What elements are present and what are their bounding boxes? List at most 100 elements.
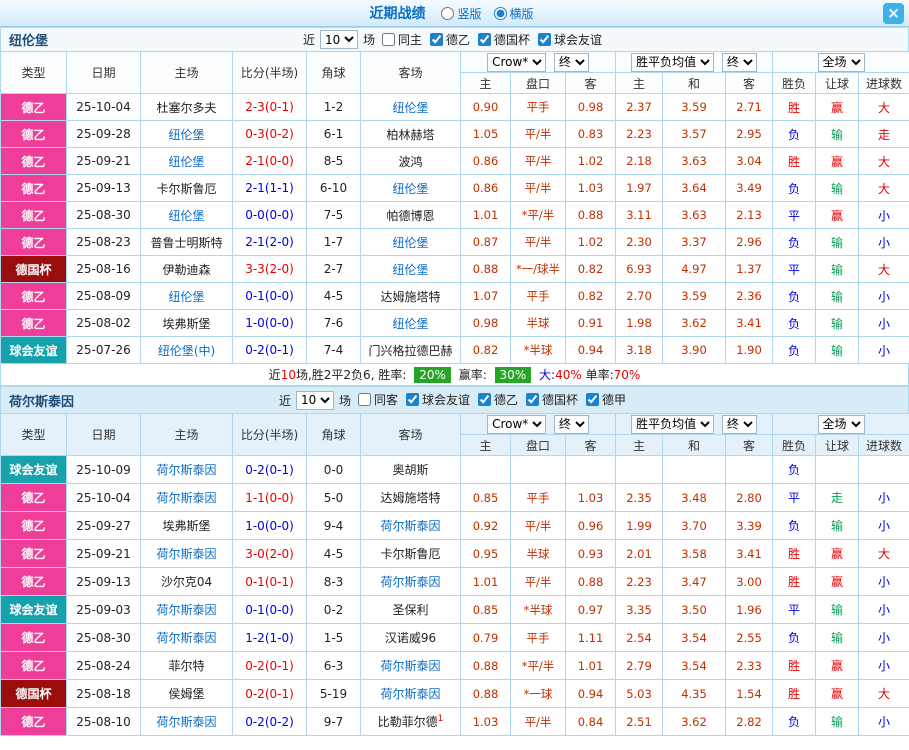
match-type-cell: 德国杯 (0, 255, 67, 283)
odds-home: 1.07 (460, 282, 511, 310)
close-icon[interactable]: × (883, 3, 904, 24)
result-handicap: 赢 (815, 93, 859, 121)
avg-final-select[interactable]: 终 (721, 52, 757, 72)
match-type-cell: 德乙 (0, 511, 67, 540)
home-team[interactable]: 纽伦堡 (140, 201, 233, 229)
result-goals: 小 (857, 309, 909, 337)
odds-handicap: 半球 (510, 539, 566, 568)
score-cell: 2-1(1-1) (232, 174, 307, 202)
col-header-odds-away: 客 (565, 434, 616, 456)
odds-final-select[interactable]: 终 (553, 52, 589, 72)
matches-table: 类型 日期 主场 比分(半场) 角球 客场 Crow* 终 胜平负均值 终 全场 (0, 51, 909, 364)
home-team[interactable]: 荷尔斯泰因 (140, 595, 233, 624)
away-team[interactable]: 荷尔斯泰因 (360, 651, 461, 680)
filter-checkbox-input[interactable] (430, 32, 443, 46)
filter-checkbox-input[interactable] (586, 393, 600, 406)
odds-handicap: 平/半 (510, 707, 566, 736)
result-goals: 走 (857, 120, 909, 148)
col-header-avg-away: 客 (725, 434, 773, 456)
away-team: 奥胡斯 (360, 455, 461, 484)
home-team[interactable]: 荷尔斯泰因 (140, 483, 233, 512)
avg-final-select[interactable]: 终 (721, 414, 757, 434)
avg-home: 1.97 (615, 174, 663, 202)
filter-checkbox-input[interactable] (357, 393, 371, 406)
odds-handicap: 平手 (510, 93, 566, 121)
result-handicap: 输 (815, 309, 859, 337)
filter-checkbox[interactable]: 球会友谊 (405, 391, 470, 408)
score-cell: 1-0(0-0) (232, 309, 307, 337)
filter-checkbox-label: 球会友谊 (554, 32, 603, 47)
filter-checkbox[interactable]: 德甲 (586, 391, 626, 408)
home-team[interactable]: 纽伦堡 (140, 282, 233, 310)
avg-draw: 3.59 (662, 93, 726, 121)
odds-final-select[interactable]: 终 (553, 414, 589, 434)
home-team: 杜塞尔多夫 (140, 93, 233, 121)
odds-handicap: *半球 (510, 336, 566, 364)
avg-draw: 3.62 (662, 707, 726, 736)
home-team[interactable]: 荷尔斯泰因 (140, 623, 233, 652)
odds-away: 0.88 (565, 567, 616, 596)
home-team[interactable]: 荷尔斯泰因 (140, 539, 233, 568)
col-header-corner: 角球 (306, 413, 361, 456)
filter-checkbox-input[interactable] (478, 32, 492, 46)
filter-checkbox[interactable]: 德乙 (430, 31, 470, 48)
home-team[interactable]: 纽伦堡 (140, 120, 233, 148)
odds-company-select[interactable]: Crow* (487, 414, 547, 434)
layout-vertical-radio-input[interactable] (441, 6, 455, 20)
filter-checkbox-input[interactable] (478, 393, 491, 406)
corner-cell: 1-2 (306, 93, 361, 121)
away-team[interactable]: 荷尔斯泰因 (360, 679, 461, 708)
home-team[interactable]: 纽伦堡 (140, 147, 233, 175)
filter-checkbox-input[interactable] (538, 32, 552, 46)
match-count-select[interactable]: 10 (295, 390, 334, 410)
home-team[interactable]: 荷尔斯泰因 (140, 455, 233, 484)
handicap-rate-badge: 30% (494, 367, 532, 383)
filter-checkbox[interactable]: 同客 (357, 391, 398, 408)
odds-company-select[interactable]: Crow* (487, 52, 547, 72)
col-header-handicap-result: 让球 (815, 72, 859, 94)
result-goals: 大 (857, 539, 909, 568)
home-team: 菲尔特 (140, 651, 233, 680)
filter-checkbox[interactable]: 球会友谊 (538, 31, 602, 48)
filter-checkbox[interactable]: 德乙 (478, 391, 518, 408)
scope-select[interactable]: 全场 (817, 52, 865, 72)
result-handicap (815, 455, 859, 484)
match-count-select[interactable]: 10 (319, 30, 358, 49)
home-team[interactable]: 荷尔斯泰因 (140, 707, 233, 736)
away-team[interactable]: 荷尔斯泰因 (360, 511, 461, 540)
home-team[interactable]: 纽伦堡(中) (140, 336, 233, 364)
col-header-wdl: 胜负 (772, 434, 816, 456)
layout-horizontal-radio-input[interactable] (493, 6, 507, 20)
filter-checkbox[interactable]: 德国杯 (526, 391, 578, 408)
away-team[interactable]: 纽伦堡 (360, 93, 461, 121)
match-type-cell: 德乙 (0, 707, 67, 736)
layout-horizontal-radio[interactable]: 横版 (493, 5, 534, 22)
filter-checkbox[interactable]: 同主 (381, 31, 422, 48)
scope-select[interactable]: 全场 (817, 414, 865, 434)
odds-handicap: *一球 (510, 679, 566, 708)
away-team[interactable]: 纽伦堡 (360, 255, 461, 283)
col-header-away: 客场 (360, 413, 461, 456)
filter-checkbox-input[interactable] (381, 32, 395, 46)
corner-cell: 2-7 (306, 255, 361, 283)
col-header-score: 比分(半场) (232, 51, 307, 94)
filter-checkbox-input[interactable] (526, 393, 540, 406)
avg-select[interactable]: 胜平负均值 (631, 414, 715, 434)
away-team[interactable]: 纽伦堡 (360, 228, 461, 256)
filter-checkbox-input[interactable] (405, 393, 419, 406)
home-team: 埃弗斯堡 (140, 511, 233, 540)
avg-select[interactable]: 胜平负均值 (631, 52, 715, 72)
home-team: 埃弗斯堡 (140, 309, 233, 337)
avg-away (725, 455, 773, 484)
layout-vertical-radio[interactable]: 竖版 (441, 5, 482, 22)
odds-home: 0.86 (460, 174, 511, 202)
filter-checkbox[interactable]: 德国杯 (478, 31, 530, 48)
away-team[interactable]: 纽伦堡 (360, 174, 461, 202)
team-section-holstein: 荷尔斯泰因 近 10 场 同客 球会友谊 德乙 德国杯 德甲 类型 日期 主场 比分(半… (0, 386, 909, 736)
away-team[interactable]: 荷尔斯泰因 (360, 567, 461, 596)
odds-home: 1.03 (460, 707, 511, 736)
title-bar: 近期战绩 竖版 横版 × (0, 0, 909, 27)
away-team-label: 奥胡斯 (392, 463, 429, 477)
away-team[interactable]: 纽伦堡 (360, 309, 461, 337)
match-date: 25-09-27 (66, 511, 141, 540)
